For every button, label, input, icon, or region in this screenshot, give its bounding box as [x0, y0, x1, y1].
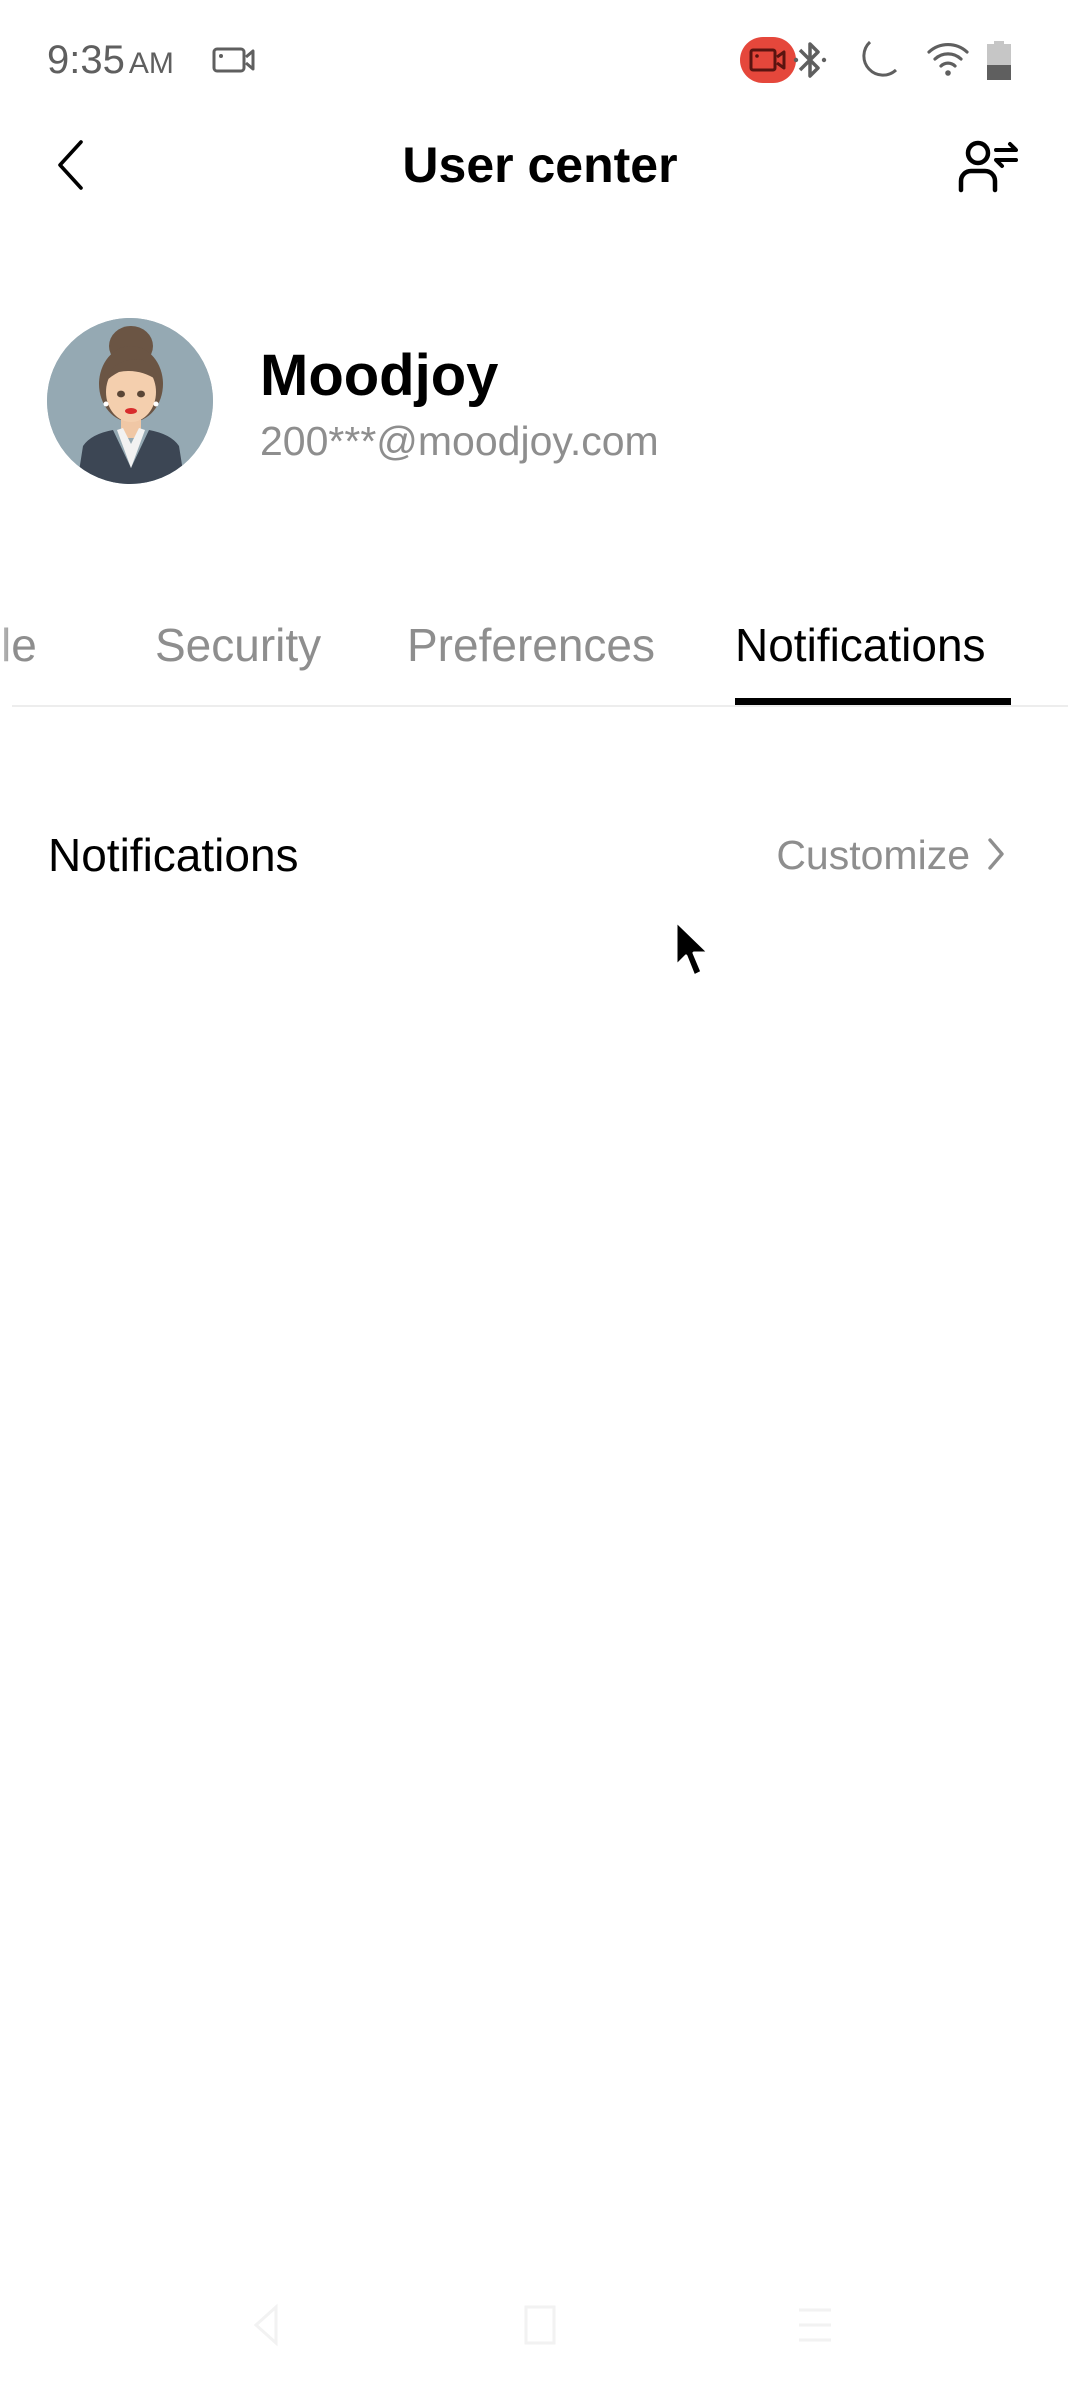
app-bar: User center	[0, 110, 1080, 220]
nav-recents-button[interactable]	[780, 2290, 850, 2360]
bluetooth-icon	[793, 42, 827, 78]
profile-header: Moodjoy 200***@moodjoy.com	[0, 300, 1080, 500]
mouse-cursor-icon	[674, 919, 711, 978]
switch-account-icon	[958, 140, 1018, 193]
do-not-disturb-moon-icon	[862, 40, 898, 77]
tab-notifications[interactable]: Notifications	[735, 618, 986, 672]
chevron-right-icon	[988, 838, 1004, 870]
status-time-value: 9:35	[47, 38, 125, 82]
recents-menu-icon	[799, 2308, 831, 2342]
notifications-row-label: Notifications	[48, 829, 299, 881]
system-nav-bar	[0, 2250, 1080, 2400]
tab-security[interactable]: Security	[155, 618, 321, 672]
back-triangle-icon	[253, 2303, 278, 2347]
nav-back-button[interactable]	[230, 2290, 300, 2360]
home-square-icon	[524, 2305, 556, 2345]
tab-preferences[interactable]: Preferences	[407, 618, 655, 672]
status-time: 9:35 AM	[47, 38, 174, 83]
notifications-row[interactable]: Notifications Customize	[0, 800, 1080, 908]
screen-record-icon	[212, 47, 255, 73]
tab-bar: file Security Preferences Notifications	[0, 600, 1080, 706]
nav-home-button[interactable]	[505, 2290, 575, 2360]
avatar-woman-icon	[47, 318, 213, 484]
avatar[interactable]	[47, 318, 213, 484]
user-name: Moodjoy	[260, 343, 499, 408]
user-email: 200***@moodjoy.com	[260, 418, 659, 464]
page-title: User center	[402, 137, 678, 193]
status-time-ampm: AM	[128, 47, 174, 80]
recording-active-icon	[740, 37, 796, 83]
tab-profile[interactable]: file	[0, 618, 37, 672]
switch-account-button[interactable]	[950, 132, 1026, 200]
battery-icon	[987, 41, 1011, 80]
tab-divider	[12, 705, 1068, 707]
active-tab-indicator	[735, 698, 1011, 705]
customize-link[interactable]: Customize	[776, 832, 970, 879]
status-bar: 9:35 AM	[0, 0, 1080, 110]
wifi-icon	[927, 42, 969, 76]
